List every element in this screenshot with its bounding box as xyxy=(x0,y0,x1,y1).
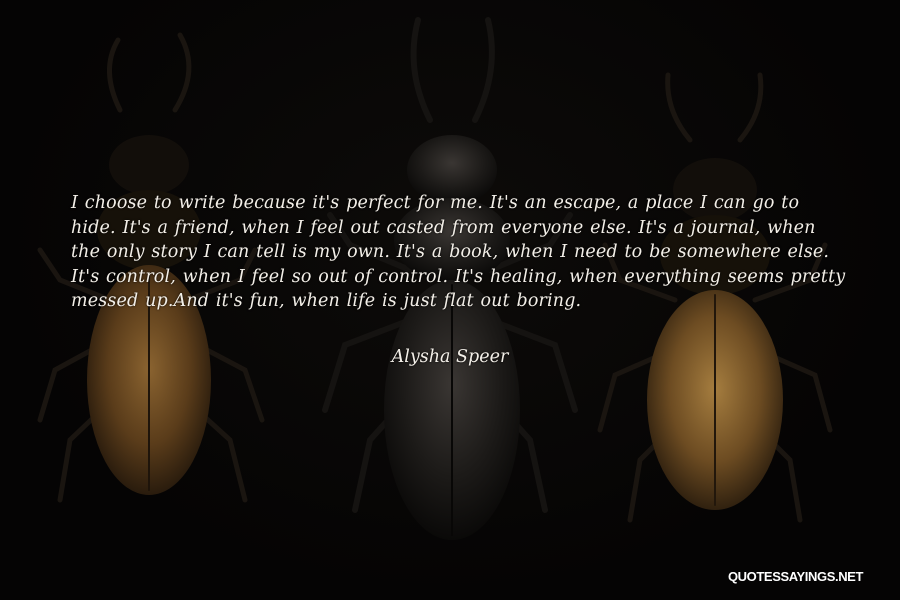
quote-author: Alysha Speer xyxy=(391,347,509,367)
site-watermark: QUOTESSAYINGS.NET xyxy=(727,569,863,584)
quote-text: I choose to write because it's perfect f… xyxy=(71,193,846,312)
quote-image: I choose to write because it's perfect f… xyxy=(0,0,900,600)
